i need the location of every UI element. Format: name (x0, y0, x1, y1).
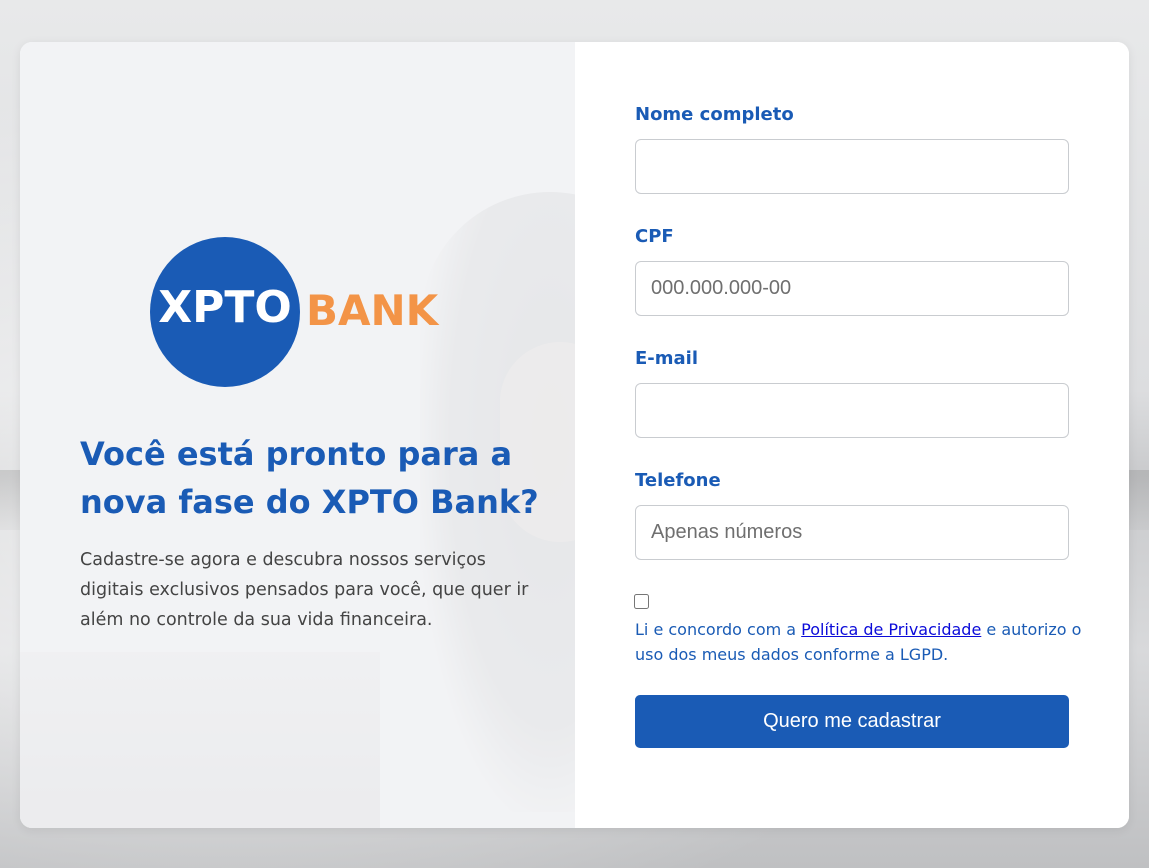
signup-card: XPTO BANK Você está pronto para a nova f… (20, 42, 1129, 828)
hero-description: Cadastre-se agora e descubra nossos serv… (80, 550, 529, 630)
signup-button[interactable]: Quero me cadastrar (635, 695, 1069, 748)
name-field[interactable] (635, 139, 1069, 194)
consent-checkbox[interactable] (634, 594, 649, 609)
consent-text: Li e concordo com a Política de Privacid… (635, 617, 1085, 667)
name-label: Nome completo (635, 104, 794, 125)
logo-text-xpto: XPTO (158, 282, 292, 333)
email-label: E-mail (635, 348, 699, 369)
signup-form: Nome completo CPF E-mail Telefone Li e c… (575, 42, 1129, 828)
brand-logo: XPTO BANK (150, 237, 450, 387)
phone-label: Telefone (635, 470, 721, 491)
email-field[interactable] (635, 383, 1069, 438)
hero-panel: XPTO BANK Você está pronto para a nova f… (20, 42, 575, 828)
privacy-policy-link[interactable]: Política de Privacidade (801, 620, 981, 639)
phone-field[interactable] (635, 505, 1069, 560)
cpf-field[interactable] (635, 261, 1069, 316)
logo-text-bank: BANK (306, 286, 439, 335)
consent-text-before: Li e concordo com a (635, 620, 802, 639)
cpf-label: CPF (635, 226, 674, 247)
hero-headline: Você está pronto para a nova fase do XPT… (80, 435, 539, 521)
